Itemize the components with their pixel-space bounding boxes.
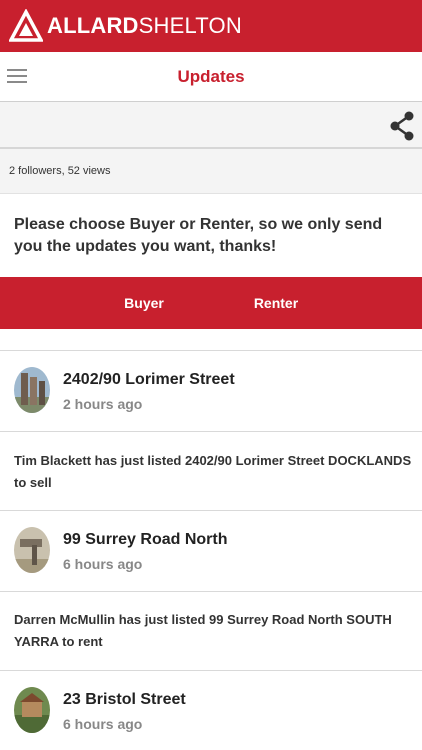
update-item[interactable]: 99 Surrey Road North 6 hours ago — [0, 511, 422, 591]
update-title: 2402/90 Lorimer Street — [63, 371, 235, 388]
update-description: Darren McMullin has just listed 99 Surre… — [14, 612, 392, 649]
update-time: 6 hours ago — [63, 556, 143, 572]
brand-wordmark: ALLARDSHELTON — [47, 13, 242, 39]
renter-button[interactable]: Renter — [222, 277, 330, 329]
buyer-button[interactable]: Buyer — [90, 277, 198, 329]
brand-name-light: SHELTON — [138, 13, 242, 38]
property-avatar — [14, 687, 50, 733]
update-time: 2 hours ago — [63, 396, 143, 412]
follower-stats: 2 followers, 52 views — [0, 149, 422, 194]
update-item[interactable]: 23 Bristol Street 6 hours ago — [0, 671, 422, 750]
buyer-renter-choice-bar: Buyer Renter — [0, 277, 422, 329]
brand-name-bold: ALLARD — [47, 13, 139, 38]
property-avatar — [14, 527, 50, 573]
update-time: 6 hours ago — [63, 716, 143, 732]
update-title: 23 Bristol Street — [63, 691, 186, 708]
share-icon[interactable] — [389, 111, 415, 141]
brand-header: ALLARDSHELTON — [0, 0, 422, 52]
divider — [0, 431, 422, 432]
navigation-bar: Updates — [0, 52, 422, 102]
update-description: Tim Blackett has just listed 2402/90 Lor… — [14, 453, 412, 490]
share-bar — [0, 102, 422, 149]
update-item[interactable]: 2402/90 Lorimer Street 2 hours ago — [0, 351, 422, 431]
allard-shelton-logo-icon — [9, 9, 43, 42]
page-title: Updates — [177, 66, 245, 86]
buyer-renter-prompt: Please choose Buyer or Renter, so we onl… — [14, 216, 383, 255]
property-avatar — [14, 367, 50, 413]
divider — [0, 591, 422, 592]
hamburger-menu-icon[interactable] — [7, 67, 29, 85]
update-title: 99 Surrey Road North — [63, 531, 228, 548]
